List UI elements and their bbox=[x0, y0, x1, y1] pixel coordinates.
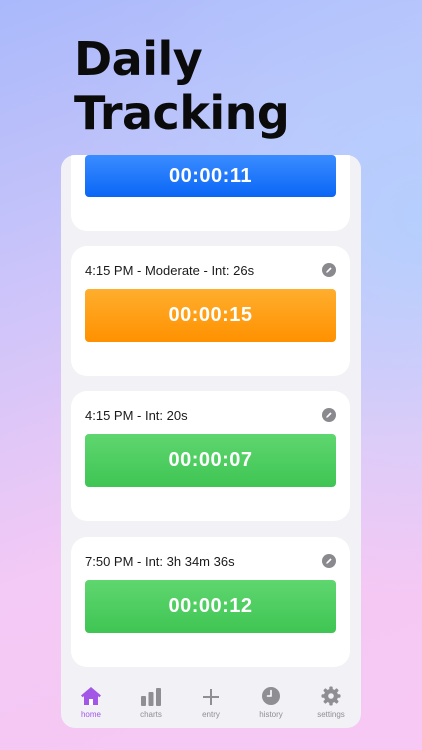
tab-label: settings bbox=[317, 710, 345, 719]
timer-button[interactable]: 00:00:11 bbox=[85, 155, 336, 197]
entry-card: 4:15 PM - Moderate - Int: 26s 00:00:15 bbox=[71, 246, 350, 376]
pencil-icon[interactable] bbox=[322, 408, 336, 422]
house-icon bbox=[80, 684, 102, 706]
entry-card: 7:50 PM - Int: 3h 34m 36s 00:00:12 bbox=[71, 537, 350, 667]
tab-charts[interactable]: charts bbox=[123, 684, 179, 719]
clock-icon bbox=[261, 684, 281, 706]
entry-title: 4:15 PM - Moderate - Int: 26s bbox=[85, 262, 255, 278]
timer-button[interactable]: 00:00:12 bbox=[85, 580, 336, 633]
timer-value: 00:00:07 bbox=[168, 449, 253, 471]
timer-value: 00:00:15 bbox=[168, 304, 253, 326]
headline-line-2: Tracking bbox=[74, 86, 290, 140]
tab-label: entry bbox=[202, 710, 220, 719]
headline: Daily Tracking bbox=[74, 32, 290, 140]
entry-title: 7:50 PM - Int: 3h 34m 36s bbox=[85, 553, 235, 569]
tab-settings[interactable]: settings bbox=[303, 684, 359, 719]
tab-bar: home charts entry history settings bbox=[61, 672, 361, 728]
tab-label: charts bbox=[140, 710, 162, 719]
timer-value: 00:00:12 bbox=[168, 595, 253, 617]
pencil-icon[interactable] bbox=[322, 554, 336, 568]
gear-icon bbox=[321, 684, 341, 706]
timer-button[interactable]: 00:00:15 bbox=[85, 289, 336, 342]
timer-value: 00:00:11 bbox=[169, 164, 252, 187]
entry-card: 4:15 PM - Int: 20s 00:00:07 bbox=[71, 391, 350, 521]
entry-title: 4:15 PM - Int: 20s bbox=[85, 407, 188, 423]
headline-line-1: Daily bbox=[74, 32, 203, 86]
timer-button[interactable]: 00:00:07 bbox=[85, 434, 336, 487]
tab-home[interactable]: home bbox=[63, 684, 119, 719]
bar-chart-icon bbox=[140, 684, 162, 706]
plus-icon bbox=[202, 684, 220, 706]
pencil-icon[interactable] bbox=[322, 263, 336, 277]
entry-card: 00:00:11 bbox=[71, 155, 350, 231]
tab-label: history bbox=[259, 710, 283, 719]
tab-entry[interactable]: entry bbox=[183, 684, 239, 719]
tab-label: home bbox=[80, 710, 101, 719]
phone-screen: 00:00:11 4:15 PM - Moderate - Int: 26s 0… bbox=[61, 155, 361, 728]
tab-history[interactable]: history bbox=[243, 684, 299, 719]
